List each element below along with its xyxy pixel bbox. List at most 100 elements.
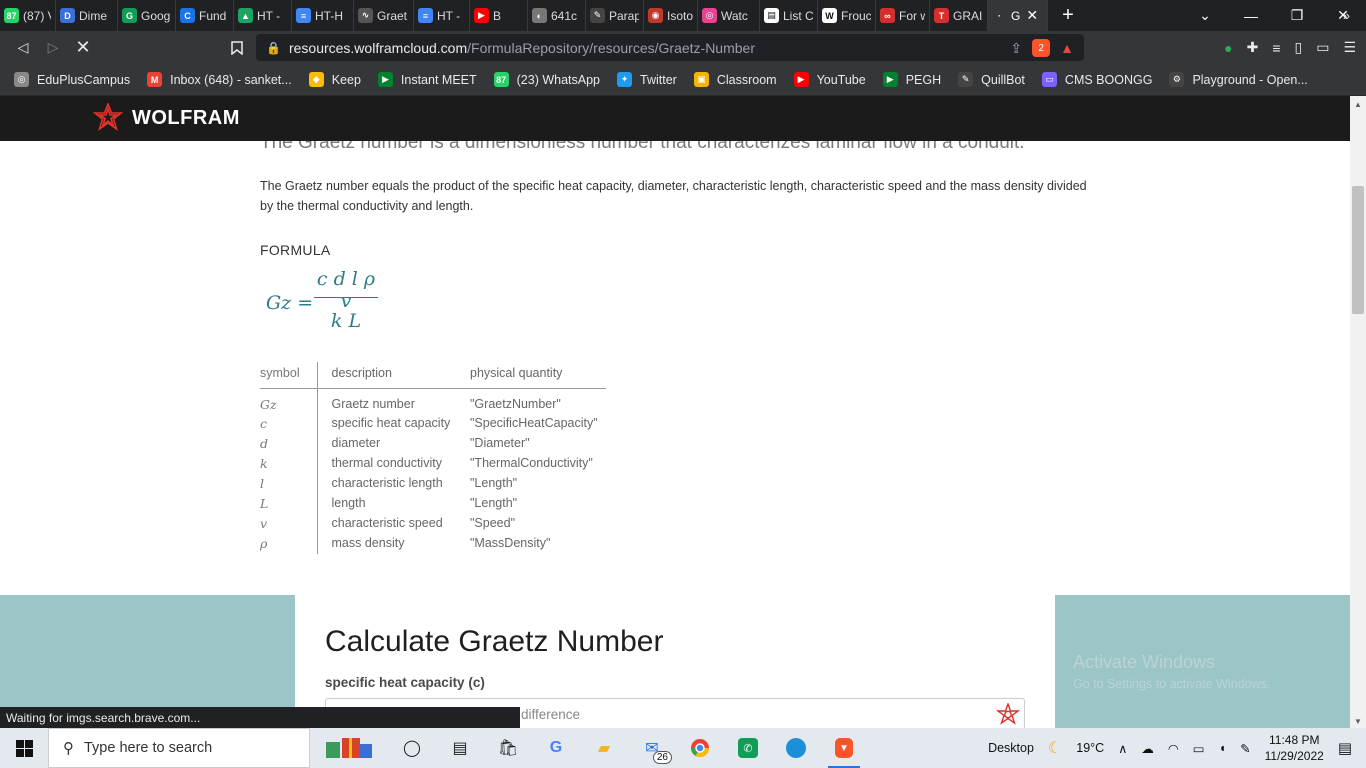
browser-tab[interactable]: ≡ HT - [414, 0, 470, 31]
weather-moon-icon[interactable]: ☾ [1048, 738, 1062, 758]
volume-icon[interactable]: ◖ [1219, 741, 1227, 755]
formula-numerator: c d l ρ v [316, 268, 376, 312]
browser-tab[interactable]: C Fund [176, 0, 234, 31]
brave-shields-icon[interactable]: 2 [1032, 39, 1051, 57]
back-arrow-icon[interactable]: ◁ [8, 33, 38, 63]
windows-taskbar: ⚲ Type here to search ◯ ▤ 🛍 G ▰ ✉ 26 ✆ ▼ … [0, 728, 1366, 768]
browser-tab[interactable]: G Goog [118, 0, 176, 31]
watermark-line-2: Go to Settings to activate Windows. [1073, 677, 1271, 691]
scroll-down-icon[interactable]: ▼ [1350, 717, 1366, 726]
browser-tab[interactable]: ◉ Isoto [644, 0, 698, 31]
wallet-icon[interactable]: ▭ [1316, 39, 1329, 56]
description-cell: Graetz number [331, 396, 415, 411]
weather-temp[interactable]: 19°C [1076, 741, 1104, 755]
field-label: specific heat capacity (c) [325, 675, 485, 690]
mail-icon[interactable]: ✉ 26 [628, 728, 676, 768]
edge-icon[interactable] [772, 728, 820, 768]
more-bookmarks-icon[interactable]: » [1343, 8, 1350, 23]
bookmark-item[interactable]: ✦ Twitter [617, 72, 677, 87]
wolfram-logo-icon[interactable] [92, 102, 124, 135]
windows-start-icon[interactable] [0, 728, 48, 768]
browser-tab[interactable]: 87 (87) V [0, 0, 56, 31]
clock-time: 11:48 PM [1268, 733, 1320, 747]
bookmark-item[interactable]: ◎ EduPlusCampus [14, 72, 130, 87]
bookmark-item[interactable]: ▭ CMS BOONGG [1041, 72, 1152, 87]
sidebar-icon[interactable]: ▯ [1294, 39, 1302, 56]
browser-tab[interactable]: T GRAI [930, 0, 988, 31]
onedrive-icon[interactable]: ☁ [1141, 741, 1154, 756]
whatsapp-icon[interactable]: ✆ [724, 728, 772, 768]
new-tab-button[interactable]: + [1058, 4, 1078, 27]
file-explorer-icon[interactable]: ▰ [580, 728, 628, 768]
wifi-icon[interactable]: ◠ [1168, 741, 1179, 756]
scrollbar-thumb[interactable] [1352, 186, 1364, 314]
desktop-toolbar[interactable]: Desktop [988, 741, 1034, 755]
scroll-up-icon[interactable]: ▲ [1350, 100, 1366, 109]
bookmark-item[interactable]: ▶ YouTube [793, 72, 866, 87]
menu-icon[interactable]: ☰ [1343, 39, 1356, 56]
brave-icon[interactable]: ▼ [820, 728, 868, 768]
taskbar-search-box[interactable]: ⚲ Type here to search [48, 728, 310, 768]
tab-title: Watc [721, 8, 748, 23]
close-tab-icon[interactable]: ✕ [1026, 7, 1038, 24]
table-row: Llength "Length" [260, 494, 606, 514]
extension-icon[interactable]: ● [1224, 40, 1232, 56]
brave-rewards-icon[interactable]: ▲ [1060, 40, 1074, 56]
browser-tab[interactable]: ✎ Parap [586, 0, 644, 31]
browser-tab[interactable]: D Dime [56, 0, 118, 31]
tab-title: For w [899, 8, 925, 23]
tab-favicon-icon: ✎ [590, 8, 605, 23]
bookmark-item[interactable]: ⚙ Playground - Open... [1169, 72, 1308, 87]
forward-arrow-icon[interactable]: ▷ [38, 33, 68, 63]
clock[interactable]: 11:48 PM 11/29/2022 [1265, 732, 1324, 764]
bookmark-item[interactable]: M Inbox (648) - sanket... [147, 72, 292, 87]
bookmark-icon[interactable] [222, 33, 252, 63]
page-scrollbar[interactable]: ▲ ▼ [1350, 96, 1366, 728]
maximize-button[interactable]: ❐ [1274, 0, 1320, 31]
browser-tab[interactable]: · G ✕ [988, 0, 1048, 31]
bookmark-label: Instant MEET [400, 72, 477, 87]
playlist-icon[interactable]: ≡ [1272, 40, 1280, 56]
bookmark-item[interactable]: ✎ QuillBot [958, 72, 1025, 87]
wolfram-brand[interactable]: WOLFRAM [132, 107, 240, 130]
wolfram-spikey-icon[interactable] [996, 703, 1020, 727]
puzzle-icon[interactable]: ✚ [1247, 39, 1259, 56]
tab-title: B [493, 8, 502, 23]
battery-icon[interactable]: ▭ [1193, 741, 1205, 756]
pen-icon[interactable]: ✎ [1240, 741, 1250, 756]
stop-loading-icon[interactable]: ✕ [68, 33, 98, 63]
widgets-icon[interactable]: ▤ [436, 728, 484, 768]
bookmark-item[interactable]: ◆ Keep [308, 72, 361, 87]
tab-title: List C [783, 8, 813, 23]
browser-tab[interactable]: W Frouc [818, 0, 876, 31]
address-bar[interactable]: 🔒 resources.wolframcloud.com/FormulaRepo… [256, 34, 1084, 61]
bookmark-item[interactable]: 87 (23) WhatsApp [493, 72, 600, 87]
tab-favicon-icon: ◎ [702, 8, 717, 23]
tab-title: HT - [437, 8, 461, 23]
activate-windows-watermark: Activate Windows Go to Settings to activ… [1073, 652, 1270, 691]
browser-tab[interactable]: ▲ HT - [234, 0, 292, 31]
minimize-button[interactable]: — [1228, 0, 1274, 31]
gift-widget-icon[interactable] [310, 728, 388, 768]
bookmark-item[interactable]: ▶ PEGH [882, 72, 941, 87]
browser-tab[interactable]: ▶ B [470, 0, 528, 31]
bookmark-item[interactable]: ▣ Classroom [693, 72, 777, 87]
share-icon[interactable]: ⇪ [1010, 40, 1022, 57]
url-host: resources.wolframcloud.com [288, 39, 468, 56]
tray-chevron-icon[interactable]: ∧ [1118, 741, 1127, 756]
browser-tab[interactable]: ▤ List C [760, 0, 818, 31]
store-icon[interactable]: 🛍 [484, 728, 532, 768]
notifications-icon[interactable]: ▤ [1338, 739, 1352, 757]
browser-tab[interactable]: ◐ 641c [528, 0, 586, 31]
task-view-icon[interactable]: ◯ [388, 728, 436, 768]
browser-tab[interactable]: ◎ Watc [698, 0, 760, 31]
quantity-cell: "Diameter" [470, 436, 530, 450]
browser-tab[interactable]: ∿ Graet [354, 0, 414, 31]
browser-tab[interactable]: ∞ For w [876, 0, 930, 31]
tab-search-icon[interactable]: ⌄ [1182, 0, 1228, 31]
bookmark-item[interactable]: ▶ Instant MEET [377, 72, 477, 87]
browser-tab[interactable]: ≡ HT-H [292, 0, 354, 31]
description-cell: mass density [331, 536, 405, 550]
chrome-icon[interactable] [676, 728, 724, 768]
google-icon[interactable]: G [532, 728, 580, 768]
